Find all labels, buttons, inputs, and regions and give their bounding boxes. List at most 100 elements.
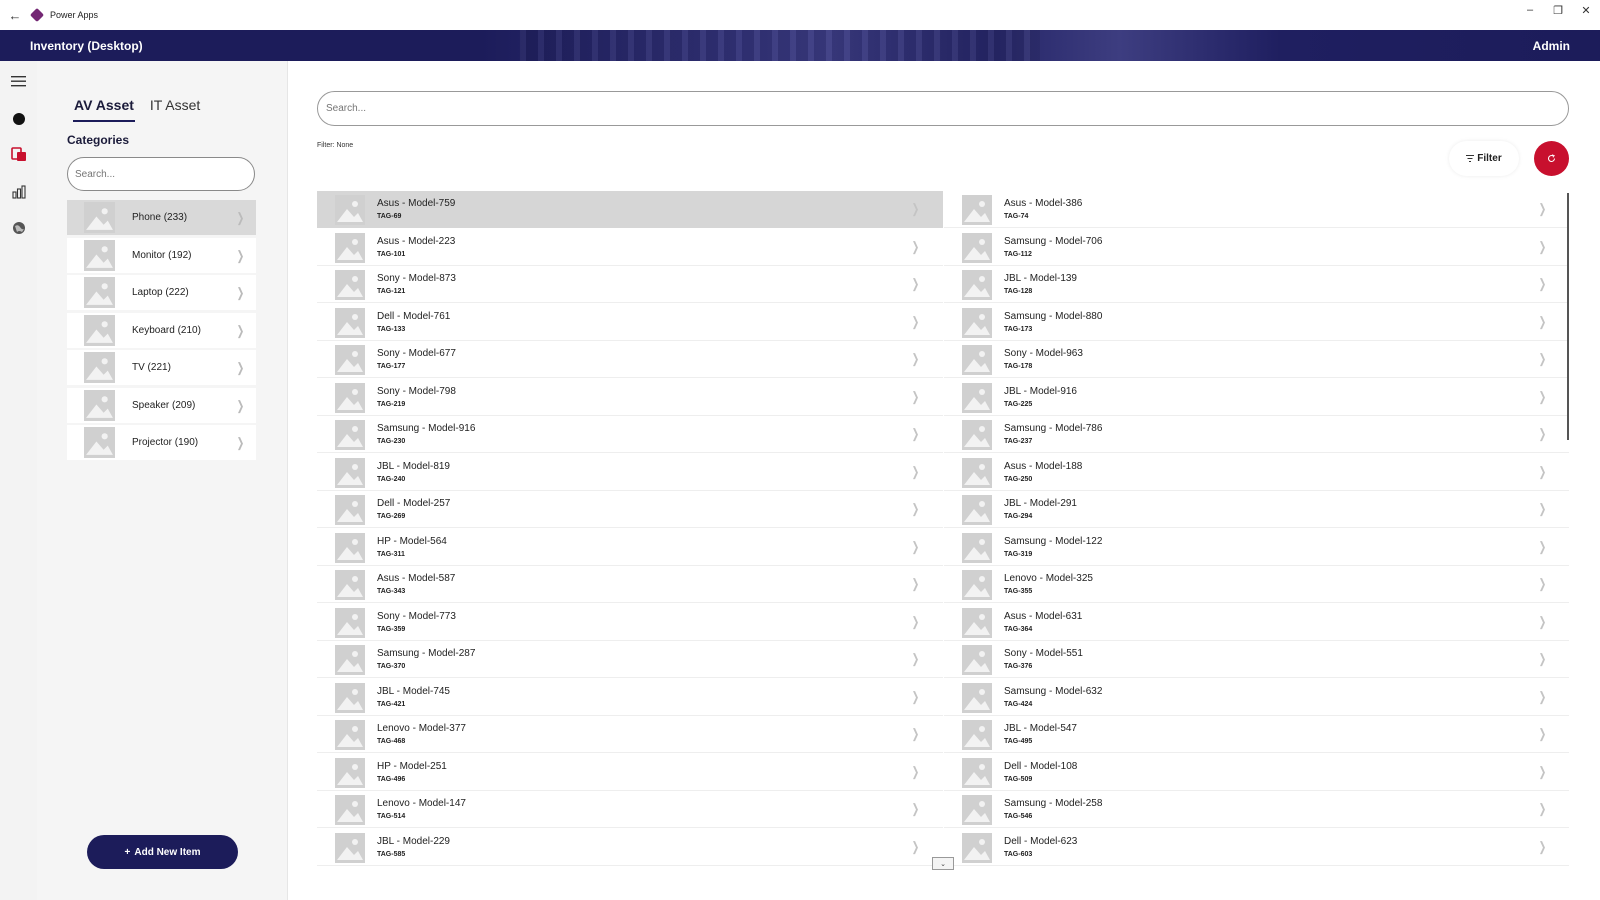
asset-list-item[interactable]: Asus - Model-759 TAG-69 ❯ — [317, 191, 943, 228]
asset-list-item[interactable]: JBL - Model-229 TAG-585 ❯ — [317, 828, 943, 866]
category-label: Speaker (209) — [132, 399, 196, 411]
asset-list-item[interactable]: Asus - Model-386 TAG-74 ❯ — [944, 191, 1569, 228]
asset-name: HP - Model-251 — [377, 760, 447, 772]
asset-list-item[interactable]: Lenovo - Model-325 TAG-355 ❯ — [944, 566, 1569, 603]
power-apps-logo-icon — [29, 7, 45, 23]
asset-list-item[interactable]: Samsung - Model-122 TAG-319 ❯ — [944, 528, 1569, 566]
asset-tag: TAG-585 — [377, 850, 406, 858]
image-placeholder-icon — [962, 495, 992, 525]
navigation-rail — [0, 61, 37, 900]
category-item[interactable]: Monitor (192) ❯ — [67, 237, 256, 273]
scrollbar-thumb[interactable] — [1567, 193, 1569, 440]
asset-list-item[interactable]: Samsung - Model-916 TAG-230 ❯ — [317, 416, 943, 453]
category-item[interactable]: Projector (190) ❯ — [67, 425, 256, 460]
restore-icon[interactable]: ❐ — [1544, 0, 1572, 20]
asset-name: Dell - Model-257 — [377, 498, 451, 509]
asset-tag: TAG-376 — [1004, 663, 1033, 670]
asset-list-item[interactable]: Dell - Model-761 TAG-133 ❯ — [317, 303, 943, 341]
back-arrow-icon[interactable]: ← — [0, 8, 30, 23]
asset-list-item[interactable]: Asus - Model-223 TAG-101 ❯ — [317, 228, 943, 266]
image-placeholder-icon — [962, 645, 992, 675]
image-placeholder-icon — [84, 202, 115, 233]
chevron-right-icon: ❯ — [1538, 426, 1547, 441]
chevron-right-icon: ❯ — [1538, 276, 1547, 291]
asset-list-item[interactable]: Dell - Model-623 TAG-603 ❯ — [944, 828, 1569, 866]
app-header: Inventory (Desktop) Admin — [0, 30, 1600, 61]
chevron-right-icon: ❯ — [236, 285, 245, 300]
asset-tag: TAG-319 — [1004, 550, 1033, 558]
hamburger-icon[interactable] — [10, 73, 27, 90]
asset-list-item[interactable]: Sony - Model-677 TAG-177 ❯ — [317, 341, 943, 378]
asset-list-item[interactable]: Sony - Model-551 TAG-376 ❯ — [944, 641, 1569, 678]
category-search-input[interactable] — [67, 157, 255, 191]
asset-list-item[interactable]: JBL - Model-139 TAG-128 ❯ — [944, 266, 1569, 303]
asset-name: Asus - Model-223 — [377, 235, 456, 247]
image-placeholder-icon — [84, 352, 115, 383]
asset-list-item[interactable]: Sony - Model-873 TAG-121 ❯ — [317, 266, 943, 303]
image-placeholder-icon — [962, 195, 992, 225]
asset-list-item[interactable]: Lenovo - Model-377 TAG-468 ❯ — [317, 716, 943, 753]
category-item[interactable]: Keyboard (210) ❯ — [67, 312, 256, 348]
asset-list-item[interactable]: Sony - Model-798 TAG-219 ❯ — [317, 378, 943, 416]
asset-list-item[interactable]: HP - Model-251 TAG-496 ❯ — [317, 753, 943, 791]
tab-it-asset[interactable]: IT Asset — [148, 97, 202, 122]
image-placeholder-icon — [962, 757, 992, 788]
chevron-right-icon: ❯ — [236, 397, 245, 413]
chevron-right-icon: ❯ — [1538, 351, 1547, 366]
globe-icon[interactable] — [10, 219, 27, 236]
devices-icon[interactable] — [10, 146, 27, 163]
asset-list-item[interactable]: Asus - Model-188 TAG-250 ❯ — [944, 453, 1569, 491]
image-placeholder-icon — [335, 570, 365, 600]
image-placeholder-icon — [962, 420, 992, 450]
asset-tag: TAG-496 — [377, 775, 406, 783]
category-item[interactable]: TV (221) ❯ — [67, 350, 256, 385]
asset-tag: TAG-370 — [377, 663, 406, 670]
asset-list-item[interactable]: Lenovo - Model-147 TAG-514 ❯ — [317, 791, 943, 828]
category-item[interactable]: Speaker (209) ❯ — [67, 387, 256, 423]
asset-tag: TAG-311 — [377, 550, 405, 558]
asset-list-item[interactable]: Asus - Model-587 TAG-343 ❯ — [317, 566, 943, 603]
asset-list-item[interactable]: JBL - Model-547 TAG-495 ❯ — [944, 716, 1569, 753]
asset-list-item[interactable]: Samsung - Model-287 TAG-370 ❯ — [317, 641, 943, 678]
asset-list-item[interactable]: Sony - Model-773 TAG-359 ❯ — [317, 603, 943, 641]
asset-list-item[interactable]: Sony - Model-963 TAG-178 ❯ — [944, 341, 1569, 378]
asset-list-item[interactable]: Samsung - Model-786 TAG-237 ❯ — [944, 416, 1569, 453]
asset-list-item[interactable]: JBL - Model-916 TAG-225 ❯ — [944, 378, 1569, 416]
asset-list-item[interactable]: Asus - Model-631 TAG-364 ❯ — [944, 603, 1569, 641]
circle-icon[interactable] — [10, 110, 27, 127]
gallery-scrollbar[interactable] — [1567, 193, 1570, 869]
chevron-right-icon: ❯ — [1538, 726, 1547, 741]
asset-name: Sony - Model-798 — [377, 385, 456, 397]
asset-list-item[interactable]: JBL - Model-291 TAG-294 ❯ — [944, 491, 1569, 528]
close-icon[interactable]: ✕ — [1572, 0, 1600, 20]
asset-list-item[interactable]: Dell - Model-257 TAG-269 ❯ — [317, 491, 943, 528]
asset-list-item[interactable]: HP - Model-564 TAG-311 ❯ — [317, 528, 943, 566]
asset-search-input[interactable] — [317, 91, 1569, 126]
user-name[interactable]: Admin — [1533, 39, 1570, 53]
asset-name: Sony - Model-873 — [377, 273, 456, 284]
asset-list-item[interactable]: Samsung - Model-706 TAG-112 ❯ — [944, 228, 1569, 266]
asset-list-item[interactable]: JBL - Model-819 TAG-240 ❯ — [317, 453, 943, 491]
add-new-item-button[interactable]: + Add New Item — [87, 835, 238, 869]
category-item[interactable]: Laptop (222) ❯ — [67, 275, 256, 310]
image-placeholder-icon — [335, 645, 365, 675]
asset-tag: TAG-269 — [377, 513, 406, 520]
asset-name: Samsung - Model-287 — [377, 648, 476, 659]
filter-button[interactable]: Filter — [1449, 141, 1519, 176]
minimize-icon[interactable]: – — [1516, 0, 1544, 20]
image-placeholder-icon — [962, 307, 992, 338]
scroll-down-button[interactable]: ⌄ — [932, 857, 954, 870]
asset-list-item[interactable]: Dell - Model-108 TAG-509 ❯ — [944, 753, 1569, 791]
asset-list-item[interactable]: Samsung - Model-258 TAG-546 ❯ — [944, 791, 1569, 828]
categories-heading: Categories — [67, 133, 130, 147]
plus-icon: + — [124, 846, 131, 858]
asset-list-item[interactable]: Samsung - Model-632 TAG-424 ❯ — [944, 678, 1569, 716]
asset-tag: TAG-237 — [1004, 438, 1033, 445]
category-item[interactable]: Phone (233) ❯ — [67, 200, 256, 235]
asset-tag: TAG-240 — [377, 475, 406, 483]
asset-list-item[interactable]: JBL - Model-745 TAG-421 ❯ — [317, 678, 943, 716]
tab-av-asset[interactable]: AV Asset — [73, 97, 135, 122]
refresh-button[interactable] — [1534, 141, 1569, 176]
asset-list-item[interactable]: Samsung - Model-880 TAG-173 ❯ — [944, 303, 1569, 341]
chart-icon[interactable] — [10, 183, 27, 200]
